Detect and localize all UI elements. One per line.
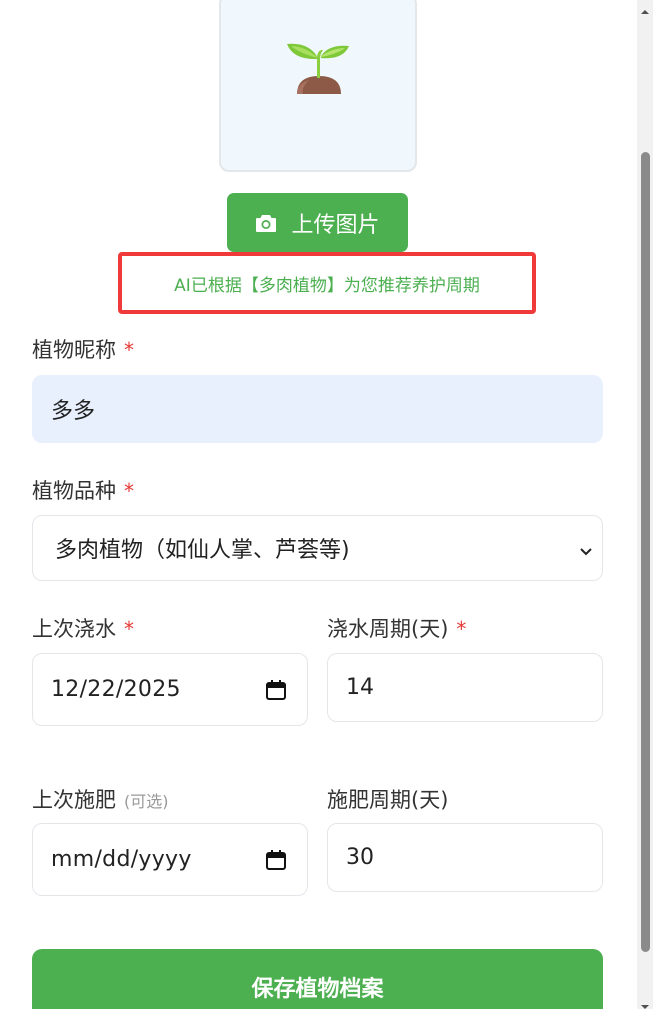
scrollbar[interactable]: [637, 0, 653, 1009]
calendar-icon[interactable]: [265, 849, 287, 871]
nickname-label: 植物昵称 *: [32, 338, 134, 362]
species-selected-value: 多肉植物（如仙人掌、芦荟等): [55, 538, 350, 563]
species-label: 植物品种 *: [32, 479, 134, 503]
species-select[interactable]: 多肉植物（如仙人掌、芦荟等): [32, 515, 603, 581]
plant-image-preview: [219, 0, 417, 172]
add-plant-form: 上传图片 AI已根据【多肉植物】为您推荐养护周期 植物昵称 * 多多 植物品种 …: [0, 0, 636, 1009]
optional-note: (可选): [124, 792, 169, 811]
water-cycle-input[interactable]: 14: [327, 653, 603, 722]
last-fertilize-label: 上次施肥 (可选): [32, 788, 169, 812]
upload-button-label: 上传图片: [291, 212, 380, 238]
required-mark: *: [124, 479, 134, 503]
sprout-icon: [283, 32, 355, 104]
calendar-icon[interactable]: [265, 679, 287, 701]
required-mark: *: [456, 617, 467, 641]
ai-recommendation-text: AI已根据【多肉植物】为您推荐养护周期: [174, 275, 480, 296]
fertilize-cycle-input[interactable]: 30: [327, 823, 603, 892]
upload-image-button[interactable]: 上传图片: [227, 193, 408, 252]
last-watering-date-input[interactable]: 12/22/2025: [32, 653, 308, 726]
camera-icon: [255, 213, 277, 233]
last-watering-label: 上次浇水 *: [32, 617, 134, 641]
required-mark: *: [124, 617, 134, 641]
water-cycle-label: 浇水周期(天) *: [327, 617, 467, 641]
ai-recommendation-note: AI已根据【多肉植物】为您推荐养护周期: [118, 252, 536, 314]
scrollbar-thumb[interactable]: [641, 152, 650, 952]
save-plant-button[interactable]: 保存植物档案: [32, 949, 603, 1009]
scroll-down-arrow-icon[interactable]: [640, 997, 650, 1009]
chevron-down-icon: [578, 540, 594, 556]
required-mark: *: [124, 338, 134, 362]
scroll-up-arrow-icon[interactable]: [640, 2, 650, 14]
nickname-input[interactable]: 多多: [32, 375, 603, 443]
last-fertilize-date-input[interactable]: mm/dd/yyyy: [32, 823, 308, 896]
fertilize-cycle-label: 施肥周期(天): [327, 788, 449, 812]
